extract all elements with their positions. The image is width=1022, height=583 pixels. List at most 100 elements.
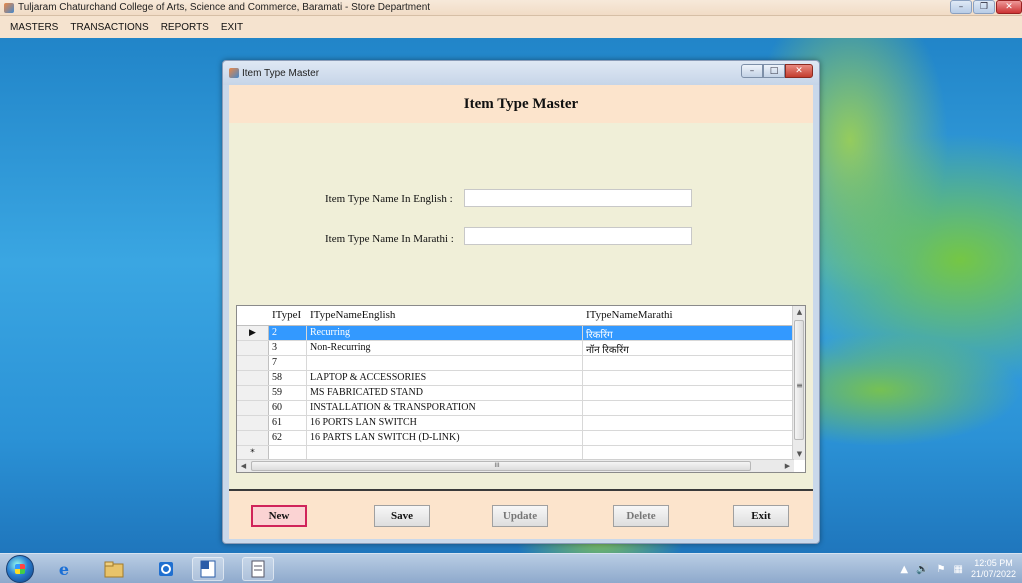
table-row[interactable]: 61 16 PORTS LAN SWITCH [237,416,793,431]
form-header: Item Type Master [229,85,813,123]
scroll-left-arrow-icon[interactable]: ◀ [237,460,250,472]
cell-id[interactable]: 3 [269,341,307,355]
column-header-id[interactable]: ITypeI [269,306,307,325]
cell-marathi[interactable] [583,386,793,400]
window-maximize-button[interactable]: □ [763,64,785,78]
internet-explorer-icon[interactable]: e [48,557,80,581]
app-restore-button[interactable]: ❐ [973,0,995,14]
app-close-button[interactable]: ✕ [996,0,1022,14]
app-window-controls: – ❐ ✕ [949,0,1022,16]
table-row[interactable]: 58 LAPTOP & ACCESSORIES [237,371,793,386]
row-header-cell: ▶ [237,326,269,340]
row-header-cell [237,356,269,370]
table-row[interactable]: 60 INSTALLATION & TRANSPORATION [237,401,793,416]
cell-english[interactable]: LAPTOP & ACCESSORIES [307,371,583,385]
table-row[interactable]: ▶ 2 Recurring रिकरिंग [237,326,793,341]
cell-english[interactable]: Recurring [307,326,583,340]
exit-button[interactable]: Exit [733,505,789,527]
row-header-cell [237,401,269,415]
form-title: Item Type Master [463,95,579,112]
cell-english[interactable]: 16 PORTS LAN SWITCH [307,416,583,430]
form-body: Item Type Master Item Type Name In Engli… [229,85,813,539]
save-button[interactable]: Save [374,505,430,527]
grid-corner [237,306,269,325]
row-header-cell [237,386,269,400]
cell-marathi[interactable]: नॉन रिकरिंग [583,341,793,355]
menu-reports[interactable]: REPORTS [155,22,215,33]
table-row[interactable]: 7 [237,356,793,371]
cell-marathi[interactable] [583,356,793,370]
show-hidden-icons-icon[interactable]: ▲ [900,564,908,575]
action-center-flag-icon[interactable]: ⚑ [937,564,946,575]
window-titlebar[interactable]: Item Type Master – □ ✕ [223,61,819,85]
cell-id[interactable] [269,446,307,460]
cell-english[interactable]: 16 PARTS LAN SWITCH (D-LINK) [307,431,583,445]
row-header-cell [237,371,269,385]
word-icon[interactable] [192,557,224,581]
cell-marathi[interactable] [583,371,793,385]
scroll-up-arrow-icon[interactable]: ▲ [793,306,805,318]
app-minimize-button[interactable]: – [950,0,972,14]
row-header-cell [237,431,269,445]
cell-english[interactable] [307,356,583,370]
clock[interactable]: 12:05 PM 21/07/2022 [971,558,1016,580]
table-row[interactable]: 59 MS FABRICATED STAND [237,386,793,401]
start-button-icon[interactable] [6,555,34,583]
scroll-down-arrow-icon[interactable]: ▼ [793,448,805,460]
cell-marathi[interactable]: रिकरिंग [583,326,793,340]
app-icon [4,2,14,13]
cell-marathi[interactable] [583,446,793,460]
app-titlebar: Tuljaram Chaturchand College of Arts, Sc… [0,0,1022,16]
vertical-grip-icon: ≡ [796,381,803,390]
update-button[interactable]: Update [492,505,548,527]
new-button[interactable]: New [251,505,307,527]
clock-time: 12:05 PM [974,558,1013,568]
table-row[interactable]: 3 Non-Recurring नॉन रिकरिंग [237,341,793,356]
row-header-cell [237,341,269,355]
delete-button[interactable]: Delete [613,505,669,527]
cell-id[interactable]: 61 [269,416,307,430]
english-name-label: Item Type Name In English : [325,193,453,205]
menu-masters[interactable]: MASTERS [4,22,64,33]
grid-rows: ▶ 2 Recurring रिकरिंग 3 Non-Recurring नॉन रिकर… [237,326,793,461]
english-name-input[interactable] [464,189,692,207]
column-header-english[interactable]: ITypeNameEnglish [307,306,583,325]
cell-id[interactable]: 58 [269,371,307,385]
window-minimize-button[interactable]: – [741,64,763,78]
row-header-cell [237,416,269,430]
grid-header-row: ITypeI ITypeNameEnglish ITypeNameMarathi [237,306,793,326]
volume-icon[interactable]: 🔊 [916,564,928,575]
grid-vertical-scrollbar[interactable]: ▲ ≡ ▼ [792,306,805,460]
window-close-button[interactable]: ✕ [785,64,813,78]
outlook-icon[interactable] [150,557,182,581]
taskbar: e ▲ 🔊 ⚑ ▦ 12:05 PM 21/07/2022 [0,553,1022,583]
file-explorer-icon[interactable] [98,557,130,581]
grid-horizontal-scrollbar[interactable]: ◀ III ▶ [237,459,794,472]
horizontal-grip-icon: III [494,462,500,469]
cell-id[interactable]: 2 [269,326,307,340]
item-type-grid[interactable]: ITypeI ITypeNameEnglish ITypeNameMarathi… [236,305,806,473]
cell-english[interactable]: Non-Recurring [307,341,583,355]
column-header-marathi[interactable]: ITypeNameMarathi [583,306,793,325]
cell-marathi[interactable] [583,416,793,430]
row-header-cell: * [237,446,269,460]
scroll-right-arrow-icon[interactable]: ▶ [781,460,794,472]
cell-marathi[interactable] [583,431,793,445]
cell-id[interactable]: 62 [269,431,307,445]
window-icon [229,68,239,78]
cell-english[interactable]: MS FABRICATED STAND [307,386,583,400]
cell-english[interactable]: INSTALLATION & TRANSPORATION [307,401,583,415]
application-icon[interactable] [242,557,274,581]
menu-exit[interactable]: EXIT [215,22,249,33]
marathi-name-input[interactable] [464,227,692,245]
cell-marathi[interactable] [583,401,793,415]
cell-id[interactable]: 60 [269,401,307,415]
action-button-bar: New Save Update Delete Exit [229,489,813,539]
network-icon[interactable]: ▦ [954,564,963,575]
cell-id[interactable]: 59 [269,386,307,400]
cell-id[interactable]: 7 [269,356,307,370]
table-row[interactable]: 62 16 PARTS LAN SWITCH (D-LINK) [237,431,793,446]
menubar: MASTERS TRANSACTIONS REPORTS EXIT [0,16,1022,38]
menu-transactions[interactable]: TRANSACTIONS [64,22,154,33]
cell-english[interactable] [307,446,583,460]
